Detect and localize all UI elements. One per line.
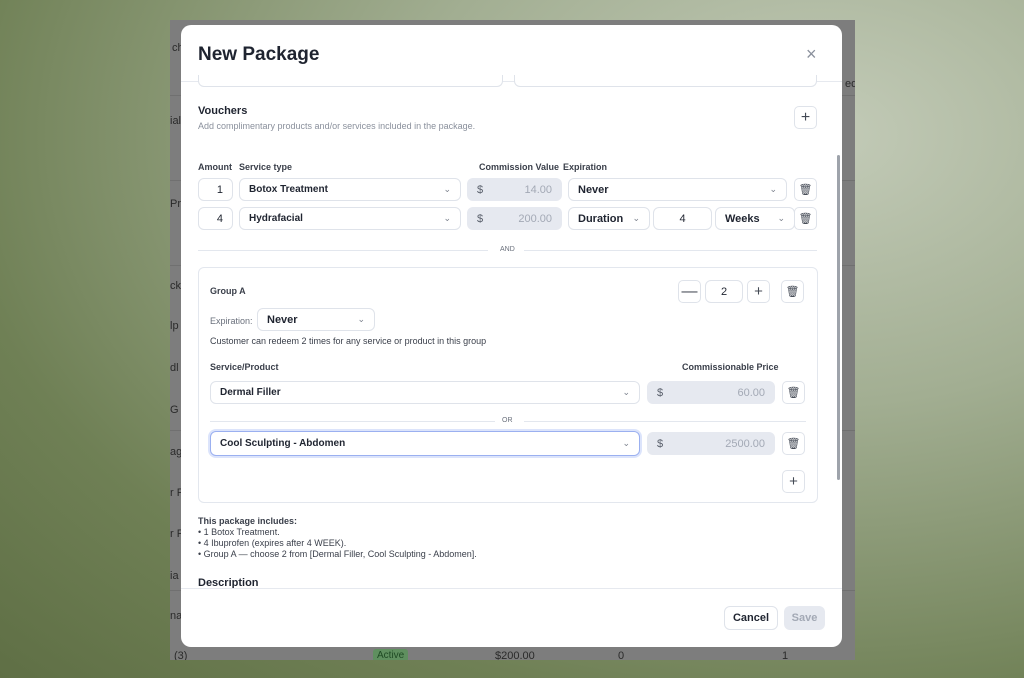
commission-value-field: $200.00 bbox=[467, 207, 562, 230]
increment-button[interactable]: + bbox=[747, 280, 770, 303]
commission-value-field: $14.00 bbox=[467, 178, 562, 201]
col-commissionable-price: Commissionable Price bbox=[682, 362, 779, 372]
currency-symbol: $ bbox=[657, 386, 664, 399]
and-label: AND bbox=[500, 246, 515, 253]
duration-input[interactable]: 4 bbox=[653, 207, 712, 230]
chevron-down-icon: ⌄ bbox=[622, 438, 630, 448]
summary-line: • 4 Ibuprofen (expires after 4 WEEK). bbox=[198, 538, 347, 548]
currency-symbol: $ bbox=[657, 437, 664, 450]
chevron-down-icon: ⌄ bbox=[769, 184, 777, 194]
scrollbar[interactable] bbox=[837, 155, 840, 480]
col-commission-value: Commission Value bbox=[479, 162, 560, 172]
vouchers-subtitle: Add complimentary products and/or servic… bbox=[198, 121, 476, 131]
currency-symbol: $ bbox=[477, 212, 484, 225]
col-service-product: Service/Product bbox=[210, 362, 279, 372]
bg-text: ck bbox=[170, 280, 181, 292]
bg-row-price: $200.00 bbox=[495, 650, 535, 660]
cancel-button[interactable]: Cancel bbox=[724, 606, 778, 630]
bg-row-count: 1 bbox=[782, 650, 789, 660]
bg-text: G bbox=[170, 404, 179, 416]
amount-input[interactable]: 4 bbox=[198, 207, 233, 230]
status-badge: Active bbox=[373, 649, 409, 660]
service-type-select[interactable]: Hydrafacial ⌄ bbox=[239, 207, 461, 230]
service-value: Botox Treatment bbox=[249, 184, 328, 195]
service-product-select[interactable]: Cool Sculpting - Abdomen ⌄ bbox=[210, 431, 640, 456]
summary-line: • Group A — choose 2 from [Dermal Filler… bbox=[198, 549, 477, 559]
summary-line: • 1 Botox Treatment. bbox=[198, 527, 280, 537]
group-count-input[interactable]: 2 bbox=[705, 280, 743, 303]
trash-icon[interactable]: 🗑 bbox=[794, 178, 817, 201]
expiration-label: Expiration: bbox=[210, 316, 253, 326]
service-type-select[interactable]: Botox Treatment ⌄ bbox=[239, 178, 461, 201]
modal-title: New Package bbox=[198, 44, 320, 65]
col-service-type: Service type bbox=[239, 162, 293, 172]
vouchers-title: Vouchers bbox=[198, 105, 248, 117]
chevron-down-icon: ⌄ bbox=[357, 314, 365, 324]
price-value: 2500.00 bbox=[725, 437, 765, 450]
summary-title: This package includes: bbox=[198, 516, 298, 526]
chevron-down-icon: ⌄ bbox=[777, 213, 785, 223]
expiration-select[interactable]: Never ⌄ bbox=[568, 178, 787, 201]
trash-icon[interactable]: 🗑 bbox=[782, 381, 805, 404]
chevron-down-icon: ⌄ bbox=[443, 213, 451, 223]
amount-input[interactable]: 1 bbox=[198, 178, 233, 201]
expiration-select[interactable]: Duration ⌄ bbox=[568, 207, 650, 230]
service-value: Hydrafacial bbox=[249, 213, 303, 224]
chevron-down-icon: ⌄ bbox=[622, 387, 630, 397]
col-expiration: Expiration bbox=[563, 162, 608, 172]
price-field: $2500.00 bbox=[647, 432, 775, 455]
add-voucher-button[interactable]: + bbox=[794, 106, 817, 129]
currency-symbol: $ bbox=[477, 183, 484, 196]
bg-text: lp bbox=[170, 320, 179, 332]
previous-field[interactable] bbox=[198, 75, 503, 87]
chevron-down-icon: ⌄ bbox=[632, 213, 640, 223]
trash-icon[interactable]: 🗑 bbox=[781, 280, 804, 303]
col-amount: Amount bbox=[198, 162, 232, 172]
chevron-down-icon: ⌄ bbox=[443, 184, 451, 194]
close-icon[interactable]: × bbox=[806, 44, 817, 65]
trash-icon[interactable]: 🗑 bbox=[782, 432, 805, 455]
add-item-button[interactable]: + bbox=[782, 470, 805, 493]
divider bbox=[210, 421, 495, 422]
new-package-modal: New Package × Vouchers Add complimentary… bbox=[181, 25, 842, 647]
or-label: OR bbox=[502, 417, 513, 424]
price-value: 60.00 bbox=[737, 386, 765, 399]
expiration-value: Never bbox=[267, 313, 298, 326]
footer-divider bbox=[181, 588, 842, 589]
item-value: Dermal Filler bbox=[220, 387, 281, 398]
group-expiration-select[interactable]: Never ⌄ bbox=[257, 308, 375, 331]
save-button[interactable]: Save bbox=[784, 606, 825, 630]
divider bbox=[198, 250, 488, 251]
service-product-select[interactable]: Dermal Filler ⌄ bbox=[210, 381, 640, 404]
bg-row-name: (3) bbox=[174, 650, 188, 660]
duration-unit-select[interactable]: Weeks ⌄ bbox=[715, 207, 795, 230]
bg-text: ed bbox=[845, 78, 855, 90]
bg-text: ial bbox=[170, 115, 182, 127]
group-name: Group A bbox=[210, 286, 246, 296]
trash-icon[interactable]: 🗑 bbox=[794, 207, 817, 230]
unit-value: Weeks bbox=[725, 212, 760, 225]
price-field: $60.00 bbox=[647, 381, 775, 404]
previous-field[interactable] bbox=[514, 75, 817, 87]
bg-text: dl bbox=[170, 362, 179, 374]
bg-text: ia bbox=[170, 570, 179, 582]
decrement-button[interactable]: — bbox=[678, 280, 701, 303]
divider bbox=[524, 421, 806, 422]
expiration-value: Never bbox=[578, 183, 609, 196]
expiration-value: Duration bbox=[578, 212, 624, 225]
bg-row-sold: 0 bbox=[618, 650, 625, 660]
divider bbox=[524, 250, 817, 251]
commission-value: 200.00 bbox=[518, 212, 552, 225]
item-value: Cool Sculpting - Abdomen bbox=[220, 438, 346, 449]
group-note: Customer can redeem 2 times for any serv… bbox=[210, 336, 487, 346]
commission-value: 14.00 bbox=[524, 183, 552, 196]
